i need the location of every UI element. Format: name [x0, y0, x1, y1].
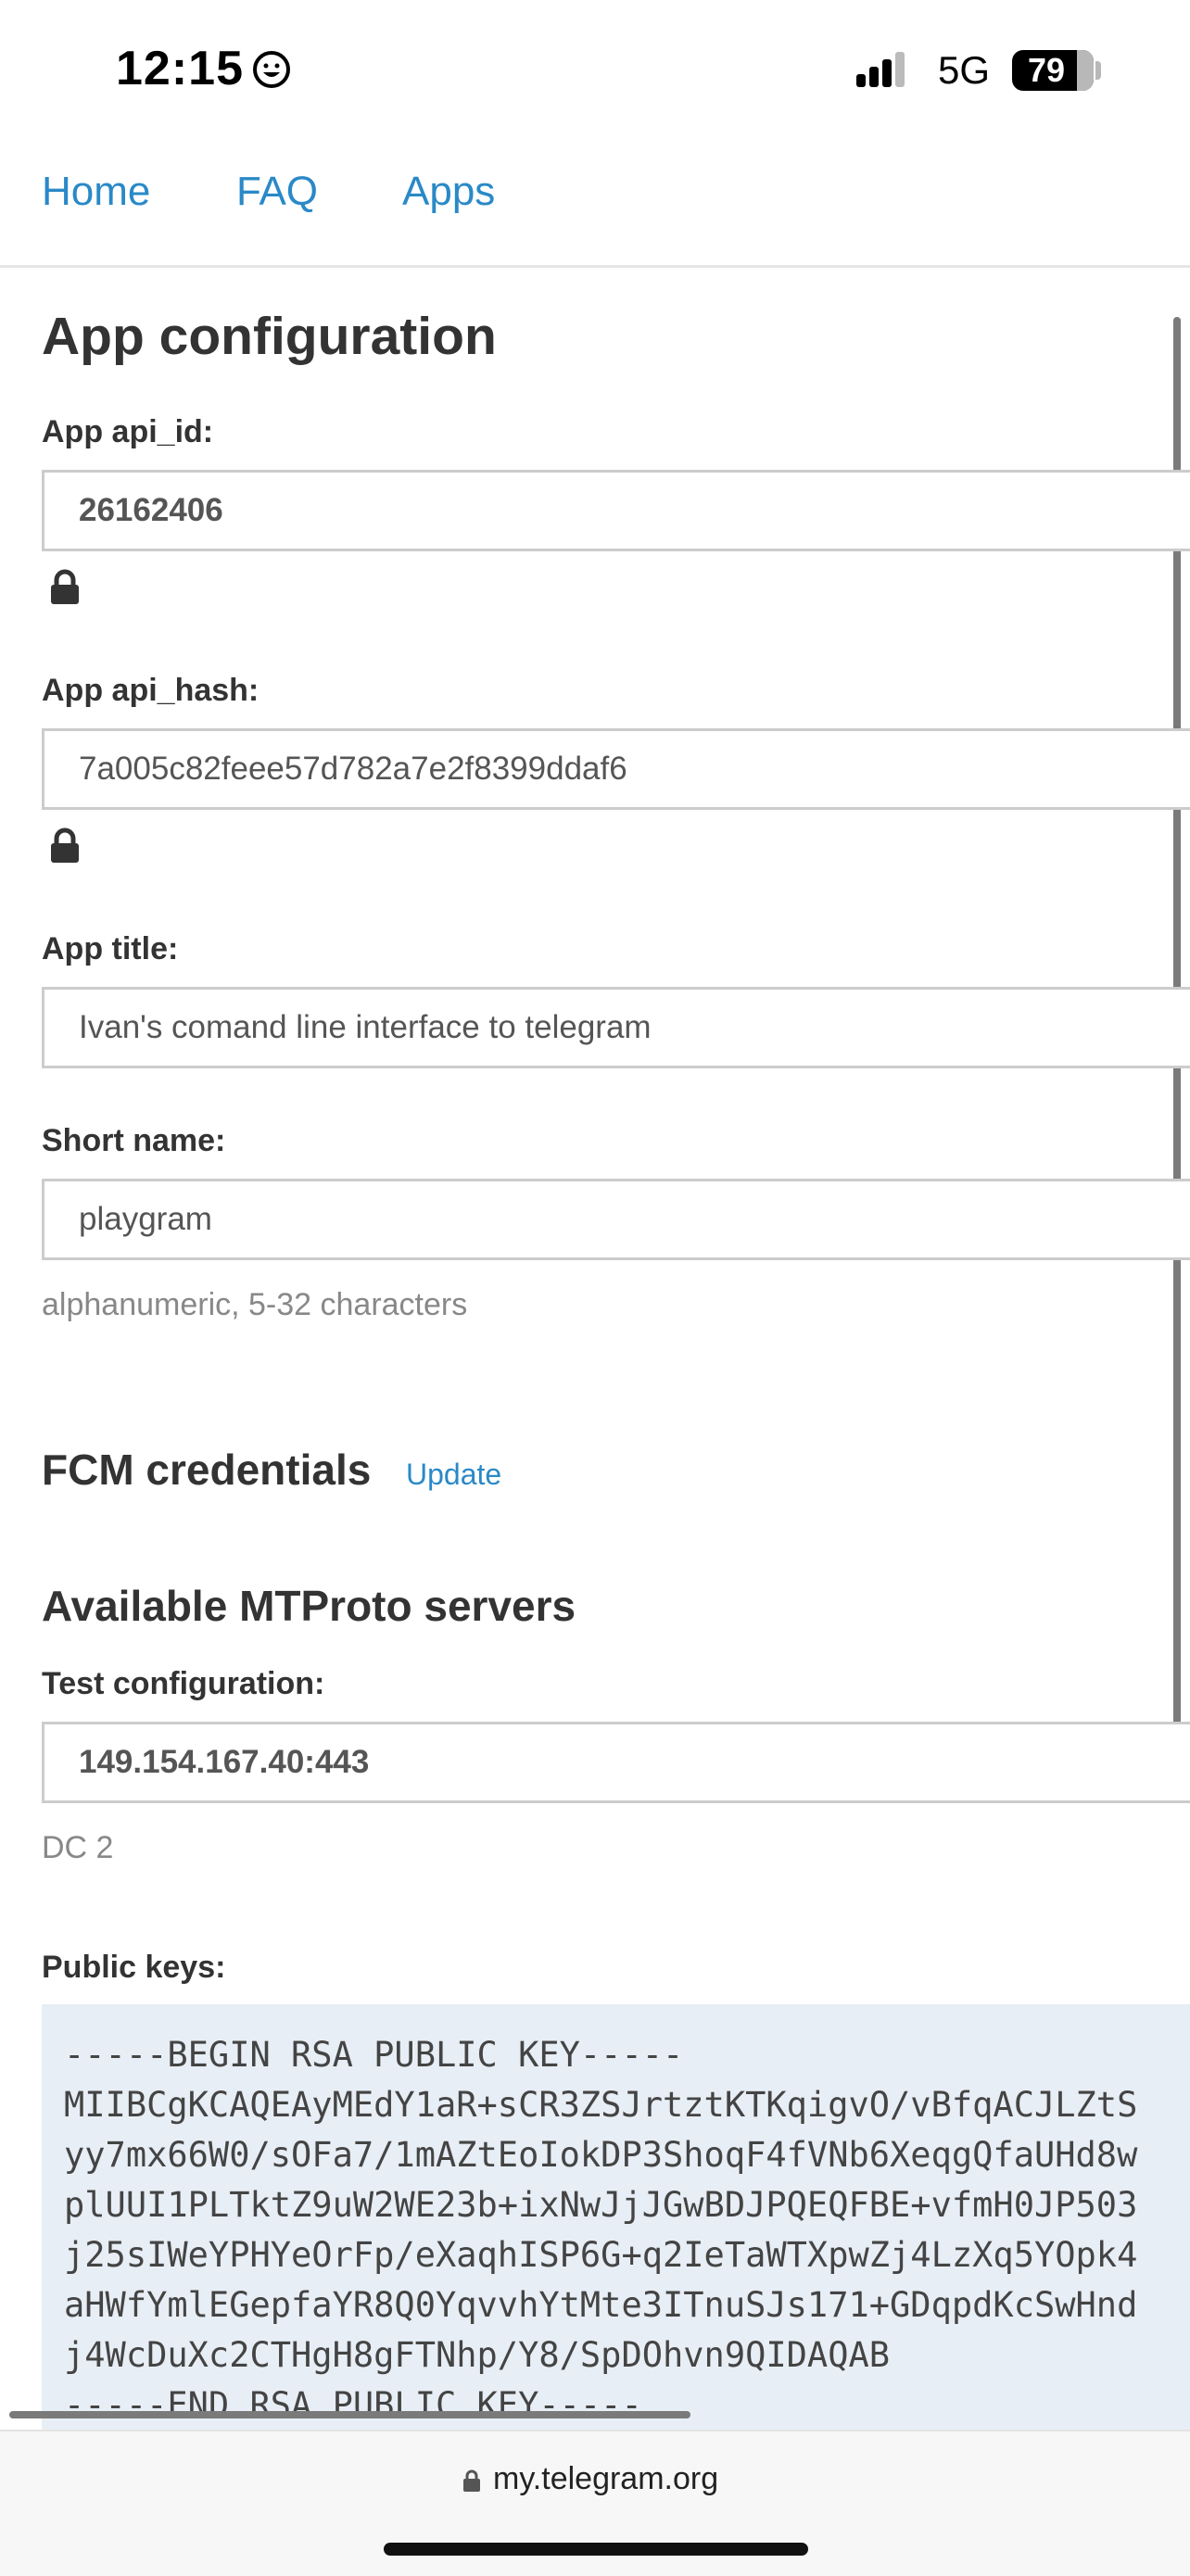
cellular-signal-icon [856, 52, 905, 87]
nav-apps-link[interactable]: Apps [402, 169, 495, 215]
nav-faq-link[interactable]: FAQ [236, 169, 318, 215]
smiley-icon [253, 51, 290, 88]
page-title: App configuration [42, 307, 497, 366]
public-key-text: -----BEGIN RSA PUBLIC KEY----- MIIBCgKCA… [64, 2035, 1138, 2425]
short-name-label: Short name: [42, 1123, 226, 1158]
api-id-value: 26162406 [79, 492, 223, 528]
public-keys-label: Public keys: [42, 1950, 226, 1985]
app-title-input[interactable]: Ivan's comand line interface to telegram [42, 987, 1190, 1068]
test-config-label: Test configuration: [42, 1666, 325, 1701]
battery-level: 79 [1027, 51, 1066, 89]
nav-home-link[interactable]: Home [42, 169, 150, 215]
lock-icon [51, 569, 79, 604]
url-text: my.telegram.org [493, 2461, 719, 2496]
network-type: 5G [938, 48, 991, 92]
home-indicator [384, 2543, 808, 2556]
api-id-label: App api_id: [42, 414, 214, 449]
app-title-value: Ivan's comand line interface to telegram [79, 1009, 652, 1045]
app-title-label: App title: [42, 931, 179, 966]
test-config-field[interactable]: 149.154.167.40:443 [42, 1722, 1190, 1803]
servers-heading: Available MTProto servers [42, 1582, 576, 1630]
short-name-hint: alphanumeric, 5-32 characters [42, 1287, 468, 1322]
status-bar: 12:15 5G 79 [0, 0, 1190, 139]
top-nav: Home FAQ Apps [0, 139, 1190, 268]
test-dc-label: DC 2 [42, 1830, 114, 1865]
api-hash-field[interactable]: 7a005c82feee57d782a7e2f8399ddaf6 [42, 728, 1190, 810]
test-config-value: 149.154.167.40:443 [79, 1744, 370, 1780]
public-key-box[interactable]: -----BEGIN RSA PUBLIC KEY----- MIIBCgKCA… [42, 2004, 1190, 2431]
lock-icon [51, 827, 79, 863]
short-name-input[interactable]: playgram [42, 1179, 1190, 1260]
api-id-field[interactable]: 26162406 [42, 470, 1190, 551]
api-hash-label: App api_hash: [42, 673, 260, 708]
short-name-value: playgram [79, 1201, 212, 1237]
fcm-update-link[interactable]: Update [406, 1458, 501, 1492]
battery-tip [1095, 61, 1101, 80]
api-hash-value: 7a005c82feee57d782a7e2f8399ddaf6 [79, 751, 627, 787]
lock-icon [463, 2469, 480, 2492]
battery-icon: 79 [1012, 50, 1094, 91]
fcm-heading: FCM credentials [42, 1446, 372, 1494]
browser-address-bar[interactable]: my.telegram.org [0, 2430, 1190, 2576]
horizontal-scrollbar[interactable] [9, 2411, 690, 2418]
status-time: 12:15 [116, 42, 244, 95]
